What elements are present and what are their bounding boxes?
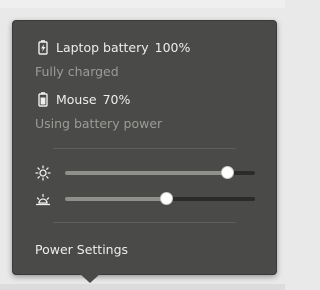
mouse-battery-percent: 70%: [102, 91, 131, 107]
laptop-battery-row: Laptop battery 100%: [35, 39, 260, 55]
keyboard-brightness-icon: [36, 193, 50, 206]
panel-edge: [0, 284, 285, 290]
power-settings-button[interactable]: Power Settings: [35, 242, 128, 257]
separator: [53, 222, 236, 223]
separator: [53, 148, 236, 149]
popover-arrow: [80, 274, 100, 283]
laptop-battery-label: Laptop battery: [56, 39, 149, 55]
mouse-battery-label: Mouse: [56, 91, 97, 107]
screen-brightness-handle[interactable]: [220, 166, 234, 179]
keyboard-brightness-track[interactable]: [65, 192, 255, 205]
screen-brightness-track[interactable]: [65, 166, 255, 179]
laptop-battery-status-row: Fully charged: [35, 64, 260, 79]
power-popover: Laptop battery 100% Fully charged Mouse …: [12, 20, 277, 275]
screen-brightness-slider[interactable]: [35, 165, 265, 181]
keyboard-brightness-handle[interactable]: [159, 192, 173, 205]
screen-brightness-fill: [65, 171, 227, 175]
laptop-battery-status: Fully charged: [35, 64, 119, 79]
mouse-battery-status: Using battery power: [35, 116, 163, 131]
brightness-icon: [35, 165, 51, 181]
laptop-battery-percent: 100%: [154, 39, 191, 55]
desktop-background: [0, 0, 285, 8]
mouse-battery-icon: [38, 92, 48, 107]
keyboard-brightness-slider[interactable]: [35, 191, 265, 207]
keyboard-brightness-fill: [65, 197, 166, 201]
mouse-battery-row: Mouse 70%: [35, 91, 260, 107]
laptop-battery-charging-icon: [38, 40, 48, 55]
mouse-battery-status-row: Using battery power: [35, 116, 260, 131]
